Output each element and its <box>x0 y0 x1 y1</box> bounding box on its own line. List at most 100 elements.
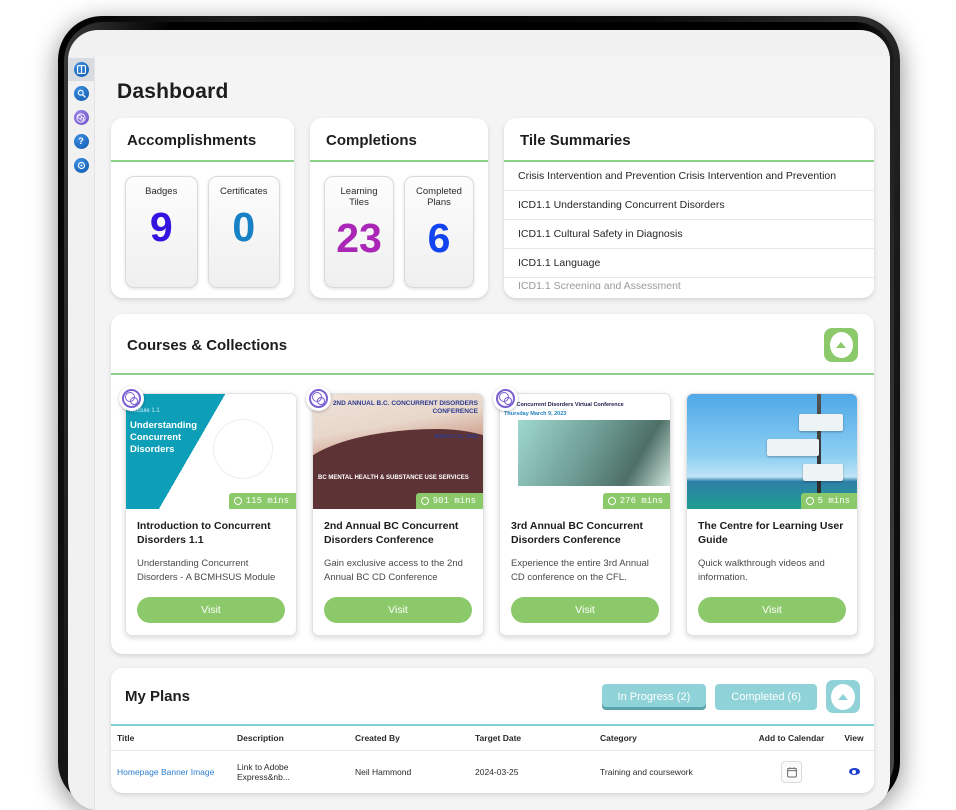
course-title: 2nd Annual BC Concurrent Disorders Confe… <box>324 520 459 547</box>
duration-badge: 115 mins <box>228 493 296 509</box>
course-card[interactable]: 2ND ANNUAL B.C. CONCURRENT DISORDERS CON… <box>306 386 484 636</box>
label-line-2: Tiles <box>349 196 369 208</box>
chevron-up-icon <box>829 332 853 358</box>
clock-icon <box>420 497 429 505</box>
duration-text: 5 mins <box>817 496 850 506</box>
question-mark-icon: ? <box>78 136 84 146</box>
list-item[interactable]: Crisis Intervention and Prevention Crisi… <box>504 162 874 191</box>
sidebar: ? <box>68 56 94 173</box>
chevron-up-icon <box>831 683 855 710</box>
stat-tile-learning-tiles[interactable]: Learning Tiles 23 <box>324 176 394 288</box>
plan-category: Training and coursework <box>600 767 693 777</box>
course-title: The Centre for Learning User Guide <box>698 520 844 547</box>
stat-tile-certificates[interactable]: Certificates 0 <box>207 176 280 288</box>
thumb-subheading: Thursday March 9, 2023 <box>504 411 567 417</box>
stat-value-certificates: 0 <box>232 203 256 250</box>
visit-button[interactable]: Visit <box>137 597 285 623</box>
dashboard-page: Dashboard Accomplishments Badges 9 Certi… <box>94 56 890 810</box>
my-plans-panel: My Plans In Progress (2) Completed (6) T… <box>111 668 874 793</box>
plan-title-link[interactable]: Homepage Banner Image <box>111 751 231 794</box>
plan-target-date: 2024-03-25 <box>475 767 519 777</box>
rings-icon <box>76 112 86 123</box>
stat-label-completed-plans: Completed Plans <box>416 186 462 209</box>
stat-value-learning-tiles: 23 <box>336 214 382 261</box>
label-line-1: Learning <box>340 186 378 197</box>
course-card[interactable]: Module 1.1 Understanding Concurrent Diso… <box>119 386 297 636</box>
my-plans-heading: My Plans <box>125 688 191 705</box>
sidebar-item-brand[interactable] <box>73 110 89 125</box>
label-line-1: Completed <box>416 186 462 197</box>
courses-panel: Courses & Collections Module 1.1 Underst… <box>111 314 874 654</box>
completions-panel: Completions Learning Tiles 23 Completed … <box>310 118 488 298</box>
course-title: Introduction to Concurrent Disorders 1.1 <box>137 520 271 547</box>
sidebar-item-help[interactable]: ? <box>73 134 89 149</box>
tile-summaries-panel: Tile Summaries Crisis Intervention and P… <box>504 118 874 298</box>
accomplishments-panel: Accomplishments Badges 9 Certificates 0 <box>111 118 294 298</box>
course-card[interactable]: 5 mins The Centre for Learning User Guid… <box>686 393 858 636</box>
sidebar-item-search[interactable] <box>73 86 89 101</box>
course-badge-icon <box>119 386 144 411</box>
list-item[interactable]: ICD1.1 Language <box>504 249 874 278</box>
course-thumbnail: Module 1.1 Understanding Concurrent Diso… <box>126 394 296 509</box>
course-thumbnail: B.C. Concurrent Disorders Virtual Confer… <box>500 394 670 509</box>
summary-row: Accomplishments Badges 9 Certificates 0 … <box>111 118 874 298</box>
tab-in-progress[interactable]: In Progress (2) <box>601 683 707 710</box>
duration-badge: 901 mins <box>415 493 483 509</box>
plan-view-cell <box>834 751 874 794</box>
tile-summaries-heading: Tile Summaries <box>504 118 874 162</box>
tile-summaries-list: Crisis Intervention and Prevention Crisi… <box>504 162 874 293</box>
calendar-icon[interactable] <box>781 761 802 783</box>
duration-badge: 5 mins <box>800 493 857 509</box>
visit-button[interactable]: Visit <box>511 597 659 623</box>
course-description: Quick walkthrough videos and information… <box>698 558 825 583</box>
courses-heading: Courses & Collections <box>127 336 288 354</box>
duration-text: 276 mins <box>619 496 663 506</box>
thumb-title: Understanding Concurrent Disorders <box>130 420 198 455</box>
course-card-list: Module 1.1 Understanding Concurrent Diso… <box>111 375 874 654</box>
course-thumbnail: 5 mins <box>687 394 857 509</box>
eye-icon[interactable] <box>848 768 860 775</box>
my-plans-collapse-button[interactable] <box>826 680 860 713</box>
page-title: Dashboard <box>117 80 229 103</box>
stat-label-certificates: Certificates <box>219 186 268 197</box>
course-thumbnail: 2ND ANNUAL B.C. CONCURRENT DISORDERS CON… <box>313 394 483 509</box>
clock-icon <box>805 497 814 505</box>
stat-value-badges: 9 <box>149 203 173 250</box>
list-item-truncated[interactable]: ICD1.1 Screening and Assessment <box>504 278 874 289</box>
thumb-org: BC MENTAL HEALTH & SUBSTANCE USE SERVICE… <box>318 475 469 482</box>
grid-icon <box>76 65 86 74</box>
chat-icon <box>77 161 85 170</box>
clock-icon <box>233 497 242 505</box>
visit-button[interactable]: Visit <box>324 597 472 623</box>
stat-value-completed-plans: 6 <box>427 214 451 261</box>
course-card[interactable]: B.C. Concurrent Disorders Virtual Confer… <box>493 386 671 636</box>
my-plans-header: My Plans In Progress (2) Completed (6) <box>111 668 874 726</box>
thumb-date: MARCH 31, 2022 <box>434 434 478 440</box>
plan-add-to-calendar-cell <box>749 751 834 794</box>
plan-created-by: Neil Hammond <box>355 767 412 777</box>
tablet-screen: ? Dashboard Accomplishments Badges 9 Cer… <box>68 30 890 810</box>
table-row: Homepage Banner Image Link to Adobe Expr… <box>111 751 874 794</box>
tab-completed[interactable]: Completed (6) <box>715 683 817 710</box>
duration-badge: 276 mins <box>602 493 670 509</box>
sidebar-item-chat[interactable] <box>73 158 89 173</box>
course-badge-icon <box>493 386 518 411</box>
stat-tile-completed-plans[interactable]: Completed Plans 6 <box>404 176 474 288</box>
duration-text: 115 mins <box>245 496 289 506</box>
course-badge-icon <box>306 386 331 411</box>
completions-heading: Completions <box>310 118 488 162</box>
stat-tile-badges[interactable]: Badges 9 <box>125 176 198 288</box>
search-icon <box>77 89 86 98</box>
course-description: Gain exclusive access to the 2nd Annual … <box>324 558 463 583</box>
course-title: 3rd Annual BC Concurrent Disorders Confe… <box>511 520 644 547</box>
duration-text: 901 mins <box>432 496 476 506</box>
stat-label-learning-tiles: Learning Tiles <box>340 186 378 209</box>
visit-button[interactable]: Visit <box>698 597 846 623</box>
list-item[interactable]: ICD1.1 Cultural Safety in Diagnosis <box>504 220 874 249</box>
my-plans-table: Title Description Created By Target Date… <box>111 726 874 793</box>
thumb-heading: B.C. Concurrent Disorders Virtual Confer… <box>504 402 624 408</box>
list-item[interactable]: ICD1.1 Understanding Concurrent Disorder… <box>504 191 874 220</box>
sidebar-item-dashboard[interactable] <box>68 58 94 81</box>
courses-collapse-button[interactable] <box>824 328 858 362</box>
plan-description: Link to Adobe Express&nb... <box>237 762 290 782</box>
